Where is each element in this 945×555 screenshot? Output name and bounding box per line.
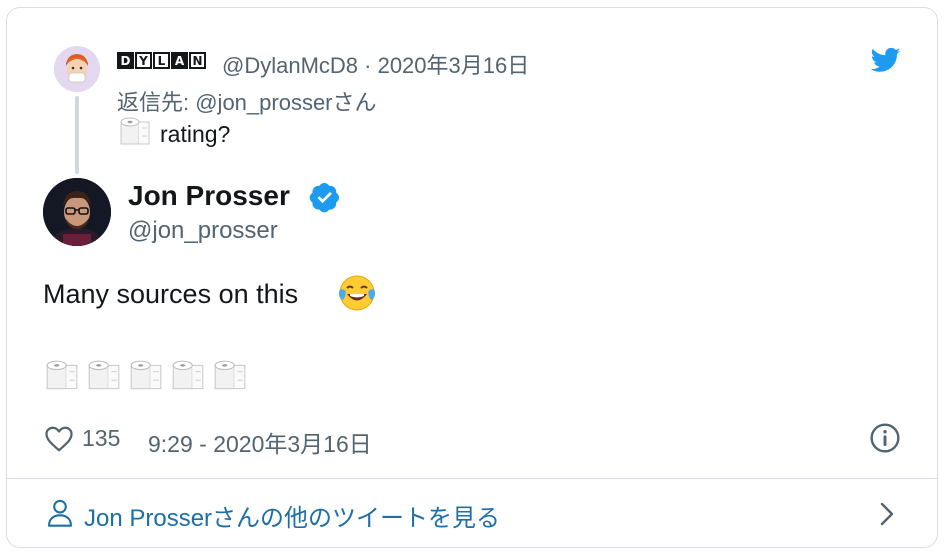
reply-to-line[interactable]: 返信先: @jon_prosserさん <box>117 85 377 117</box>
name-letter: N <box>189 52 206 69</box>
memoji-avatar-icon <box>54 46 100 92</box>
parent-avatar[interactable] <box>54 46 100 92</box>
toilet-paper-icon <box>120 117 150 145</box>
toilet-paper-icon <box>88 360 120 390</box>
parent-handle-date[interactable]: @DylanMcD8 · 2020年3月16日 <box>222 48 529 80</box>
chevron-right-icon[interactable] <box>876 500 898 528</box>
tweet-text: Many sources on this <box>43 279 299 309</box>
author-name[interactable]: Jon Prosser <box>128 180 290 212</box>
parent-tweet-text: rating? <box>160 121 231 147</box>
name-letter: D <box>117 52 134 69</box>
name-letter: L <box>153 52 170 69</box>
tweet-timestamp[interactable]: 9:29 - 2020年3月16日 <box>148 425 372 459</box>
toilet-paper-icon <box>130 360 162 390</box>
name-letter: A <box>171 52 188 69</box>
name-letter: Y <box>135 52 152 69</box>
toilet-paper-icon <box>46 360 78 390</box>
footer-divider <box>6 478 938 479</box>
parent-display-name[interactable]: D Y L A N <box>117 52 206 69</box>
heart-icon[interactable] <box>44 424 74 454</box>
verified-badge-icon <box>309 183 339 213</box>
author-avatar[interactable] <box>43 178 111 246</box>
toilet-paper-row <box>44 358 248 396</box>
author-photo <box>43 178 111 246</box>
author-handle[interactable]: @jon_prosser <box>128 217 278 245</box>
twitter-bird-icon[interactable] <box>870 45 902 75</box>
info-icon[interactable] <box>869 422 901 454</box>
face-with-tears-of-joy-icon <box>339 275 375 311</box>
toilet-paper-icon <box>172 360 204 390</box>
toilet-paper-icon <box>214 360 246 390</box>
person-icon <box>48 499 72 527</box>
thread-connector <box>75 96 79 174</box>
like-count[interactable]: 135 <box>82 425 120 452</box>
more-tweets-link[interactable]: Jon Prosserさんの他のツイートを見る <box>84 498 500 533</box>
